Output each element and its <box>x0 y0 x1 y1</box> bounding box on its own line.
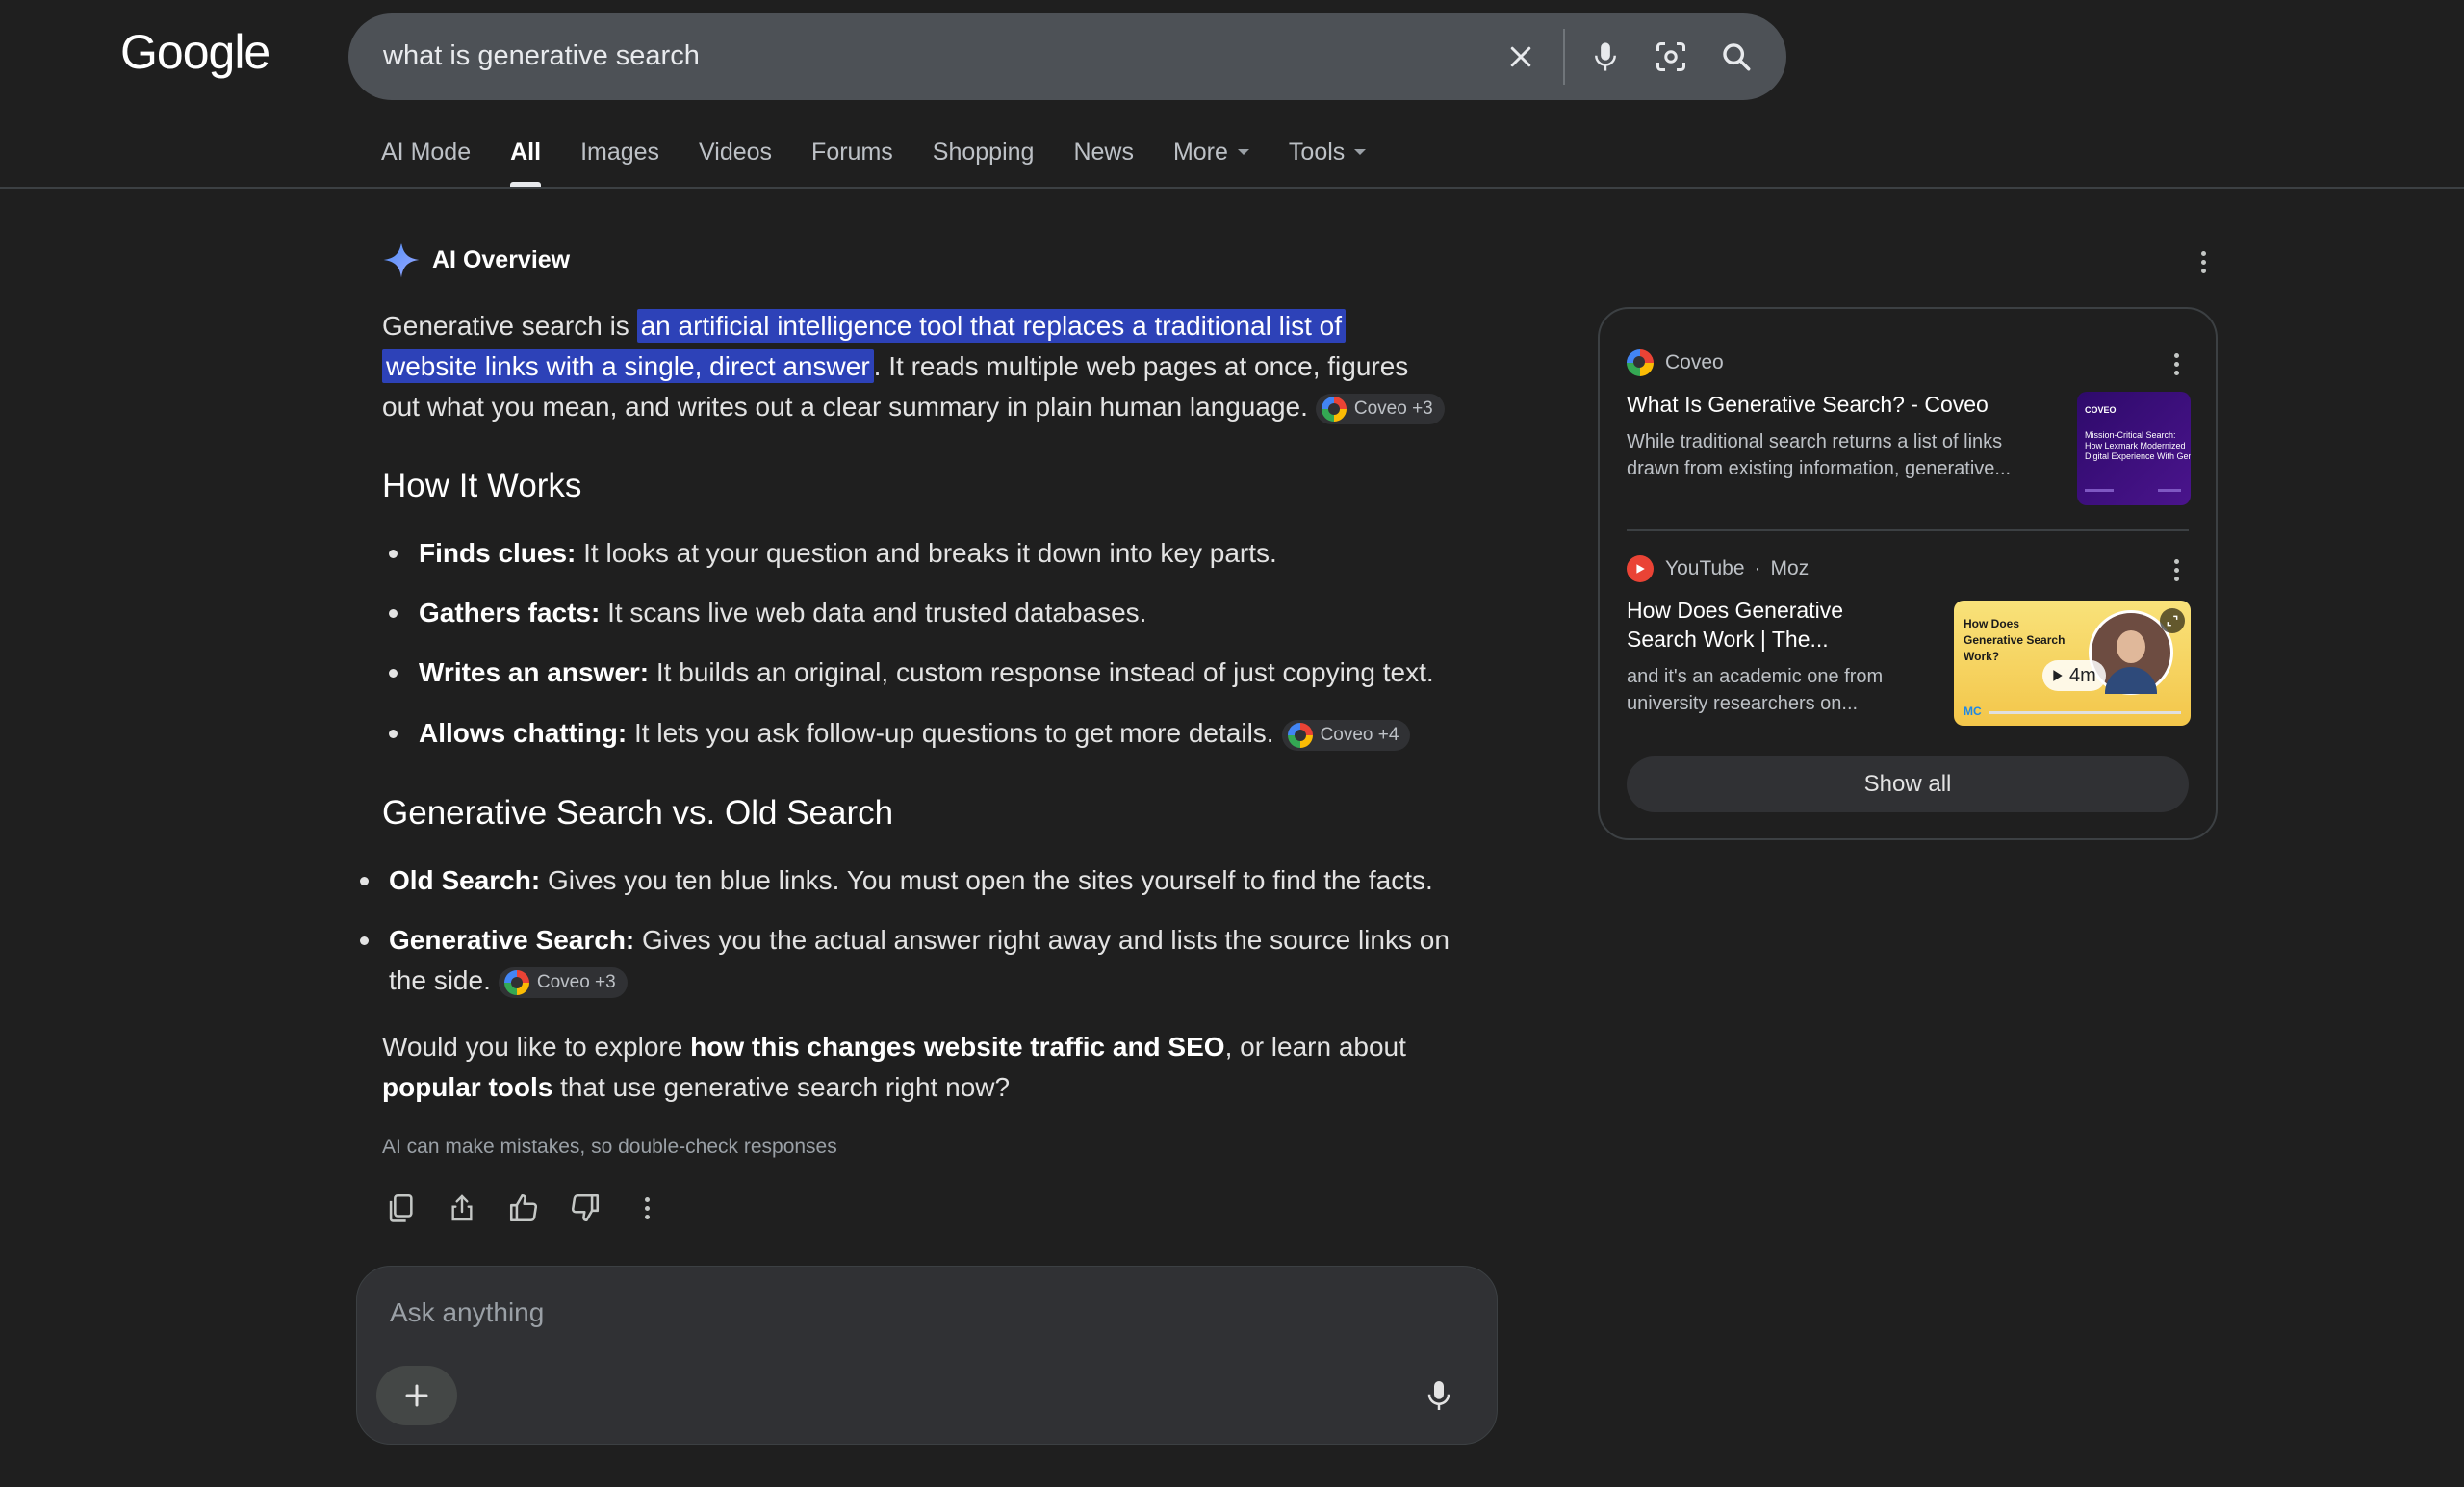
source-title[interactable]: What Is Generative Search? - Coveo <box>1627 390 1989 419</box>
ai-disclaimer: AI can make mistakes, so double-check re… <box>382 1136 837 1158</box>
add-button[interactable] <box>376 1366 457 1425</box>
source-chip[interactable]: Coveo +4 <box>1281 719 1411 751</box>
tab-shopping[interactable]: Shopping <box>933 133 1035 171</box>
source-description: While traditional search returns a list … <box>1627 431 2012 479</box>
gemini-sparkle-icon <box>383 242 420 278</box>
microphone-icon[interactable] <box>1582 34 1629 80</box>
list-item: Old Search: Gives you ten blue links. Yo… <box>389 865 1433 895</box>
source-separator <box>1627 529 2189 531</box>
sources-panel: Coveo What Is Generative Search? - Coveo… <box>1598 307 2218 840</box>
bullet <box>389 669 398 678</box>
tab-ai-mode[interactable]: AI Mode <box>381 133 471 171</box>
search-bar-divider <box>1563 29 1565 85</box>
google-logo[interactable]: Google <box>120 24 270 80</box>
section-heading: How It Works <box>382 467 582 504</box>
caret-down-icon <box>1237 149 1249 155</box>
list-item: Writes an answer: It builds an original,… <box>419 657 1434 687</box>
ai-overview-header: AI Overview <box>382 241 570 279</box>
list-item: Allows chatting: It lets you ask follow-… <box>419 713 1411 754</box>
thumbs-down-icon[interactable] <box>567 1190 603 1226</box>
share-icon[interactable] <box>444 1190 480 1226</box>
bullet <box>360 877 369 885</box>
tab-all[interactable]: All <box>510 133 541 187</box>
source-chip[interactable]: Coveo +3 <box>498 966 628 998</box>
feedback-actions <box>382 1190 665 1226</box>
show-all-button[interactable]: Show all <box>1627 756 2189 812</box>
expand-icon[interactable] <box>2160 608 2185 633</box>
coveo-logo-icon <box>1287 722 1313 748</box>
video-duration-badge: 4m <box>2042 660 2106 691</box>
bullet <box>389 730 398 738</box>
tab-more[interactable]: More <box>1173 133 1249 171</box>
plus-icon <box>405 1384 428 1407</box>
thumbs-up-icon[interactable] <box>505 1190 542 1226</box>
lens-camera-icon[interactable] <box>1648 34 1694 80</box>
source-title[interactable]: How Does Generative Search Work | The... <box>1627 596 1843 654</box>
header-divider <box>0 187 2464 189</box>
caret-down-icon <box>1354 149 1367 155</box>
ask-microphone-icon[interactable] <box>1416 1372 1462 1419</box>
tab-tools[interactable]: Tools <box>1289 133 1367 171</box>
source-site[interactable]: Coveo <box>1627 349 1724 376</box>
list-item: Finds clues: It looks at your question a… <box>419 538 1277 568</box>
tab-images[interactable]: Images <box>580 133 659 171</box>
ai-overview-more-icon[interactable] <box>2189 247 2218 276</box>
source-more-icon[interactable] <box>2162 349 2191 378</box>
highlighted-answer: an artificial intelligence tool that rep… <box>636 309 1346 343</box>
follow-up-prompt: Would you like to explore how this chang… <box>382 1032 1406 1102</box>
search-bar[interactable]: what is generative search <box>348 13 1786 100</box>
list-item: Generative Search: Gives you the actual … <box>389 920 1450 1001</box>
coveo-logo-icon <box>1321 396 1347 422</box>
search-input[interactable]: what is generative search <box>383 40 700 72</box>
tab-videos[interactable]: Videos <box>699 133 772 171</box>
source-more-icon[interactable] <box>2162 555 2191 584</box>
bullet <box>389 550 398 558</box>
more-options-icon[interactable] <box>629 1190 665 1226</box>
highlighted-answer: website links with a single, direct answ… <box>382 349 874 383</box>
tab-news[interactable]: News <box>1073 133 1134 171</box>
clear-icon[interactable] <box>1498 34 1544 80</box>
bullet <box>360 936 369 945</box>
ask-input[interactable]: Ask anything <box>390 1297 544 1328</box>
play-icon <box>2053 670 2063 681</box>
section-heading: Generative Search vs. Old Search <box>382 794 894 832</box>
ask-box[interactable]: Ask anything <box>356 1266 1498 1445</box>
bullet <box>389 609 398 618</box>
copy-icon[interactable] <box>382 1190 419 1226</box>
source-site[interactable]: YouTube · Moz <box>1627 555 1809 582</box>
source-chip[interactable]: Coveo +3 <box>1315 393 1445 424</box>
ai-overview-title: AI Overview <box>432 245 571 273</box>
ai-overview-intro: Generative search is an artificial intel… <box>382 306 1479 427</box>
source-thumbnail[interactable]: COVEO Mission-Critical Search: How Lexma… <box>2077 392 2191 505</box>
coveo-logo-icon <box>503 969 529 995</box>
search-icon[interactable] <box>1713 34 1759 80</box>
coveo-logo-icon <box>1627 349 1654 376</box>
list-item: Gathers facts: It scans live web data an… <box>419 598 1147 628</box>
tab-forums[interactable]: Forums <box>811 133 893 171</box>
search-tabs: AI Mode All Images Videos Forums Shoppin… <box>381 133 1405 187</box>
youtube-logo-icon <box>1627 555 1654 582</box>
video-thumbnail[interactable]: How Does Generative Search Work? 4m MC <box>1954 601 2191 726</box>
source-description: and it's an academic one from university… <box>1627 666 1884 714</box>
